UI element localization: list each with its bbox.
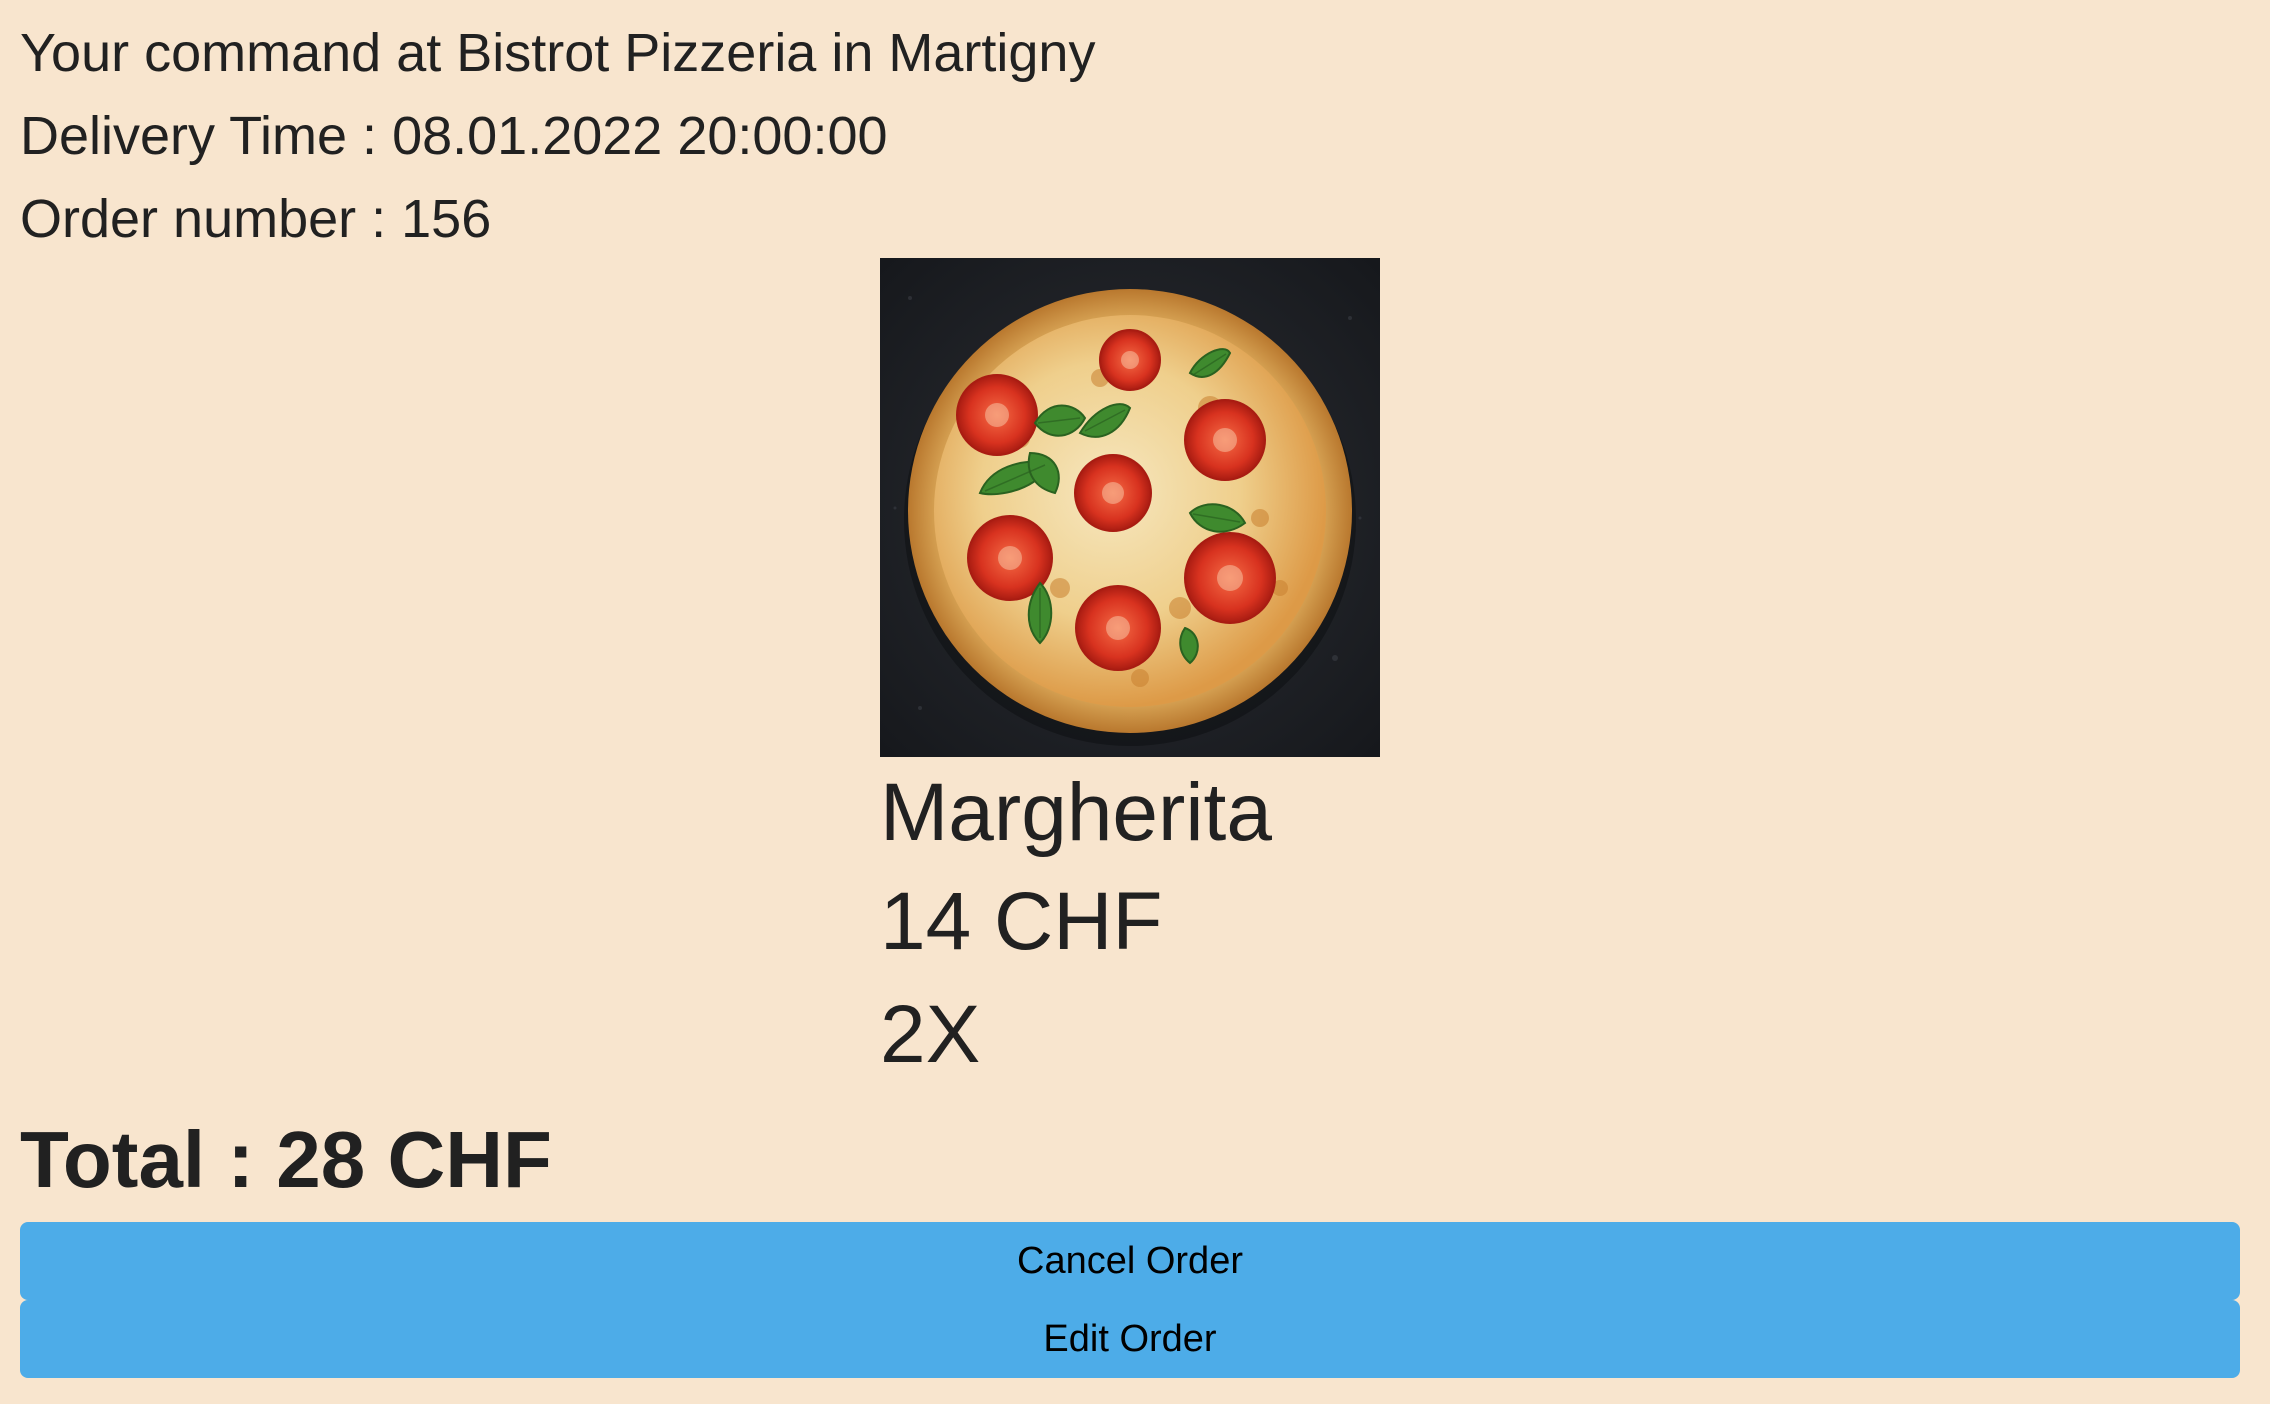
item-price: 14 CHF [880, 876, 1163, 967]
order-total: Total : 28 CHF [20, 1115, 552, 1204]
item-quantity: 2X [880, 989, 981, 1080]
cancel-order-button[interactable]: Cancel Order [20, 1222, 2240, 1300]
item-name: Margherita [880, 767, 1272, 858]
order-heading: Your command at Bistrot Pizzeria in Mart… [20, 23, 1096, 83]
pizza-image [880, 258, 1380, 757]
order-number: Order number : 156 [20, 189, 492, 249]
delivery-time: Delivery Time : 08.01.2022 20:00:00 [20, 106, 888, 166]
order-item: Margherita 14 CHF 2X [880, 258, 1380, 1091]
order-header: Your command at Bistrot Pizzeria in Mart… [20, 12, 1095, 261]
edit-order-button[interactable]: Edit Order [20, 1300, 2240, 1378]
